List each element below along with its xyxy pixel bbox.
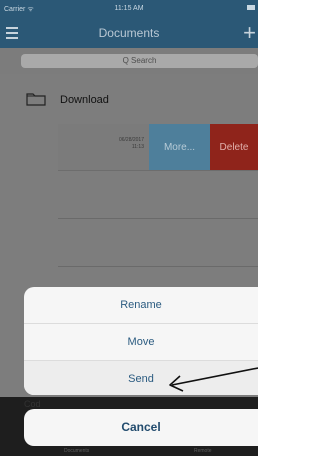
add-icon[interactable]: + xyxy=(243,20,256,46)
list-item-download[interactable]: Download xyxy=(0,86,258,116)
page-title: Documents xyxy=(98,26,160,40)
status-time: 11:15 AM xyxy=(114,5,144,12)
search-bar: Q Search xyxy=(0,48,258,74)
tab-remote[interactable]: Remote xyxy=(194,448,212,454)
battery-icon xyxy=(247,5,255,10)
navigation-bar: Documents + xyxy=(0,18,258,48)
search-input[interactable]: Q Search xyxy=(21,54,258,68)
folder-label: Download xyxy=(60,94,109,106)
file-time: 11:13 xyxy=(131,144,144,150)
swiped-file-row[interactable]: 06/28/2017 11:13 More... Delete xyxy=(58,124,258,171)
screen: Carrier ᯤ 11:15 AM Documents + Q Search … xyxy=(0,0,258,456)
file-timestamp: 06/28/2017 11:13 xyxy=(119,137,144,151)
tab-documents[interactable]: Documents xyxy=(64,448,89,454)
rename-button[interactable]: Rename xyxy=(24,287,258,324)
more-button[interactable]: More... xyxy=(149,124,210,170)
background-text: Cod xyxy=(24,399,41,409)
row-separator xyxy=(58,266,258,267)
move-button[interactable]: Move xyxy=(24,323,258,361)
status-bar: Carrier ᯤ 11:15 AM xyxy=(0,0,258,18)
row-separator xyxy=(58,218,258,219)
folder-icon xyxy=(26,93,46,106)
file-date: 06/28/2017 xyxy=(118,137,144,143)
arrow-annotation-icon xyxy=(169,367,258,392)
delete-button[interactable]: Delete xyxy=(210,124,258,170)
cancel-button[interactable]: Cancel xyxy=(24,409,258,446)
